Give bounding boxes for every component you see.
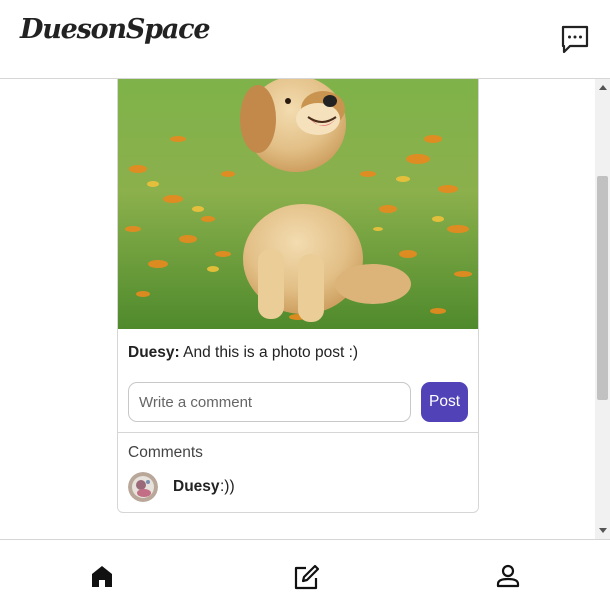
nav-create-post-button[interactable] <box>291 562 321 592</box>
golden-retriever-puppy-photo <box>118 79 478 329</box>
post-caption: Duesy: And this is a photo post :) <box>128 344 358 362</box>
edit-icon <box>294 564 320 590</box>
app-logo[interactable]: DuesonSpace <box>20 14 211 45</box>
scrollbar[interactable] <box>595 79 610 539</box>
post-author: Duesy: <box>128 344 180 361</box>
nav-profile-button[interactable] <box>494 562 524 592</box>
comment-text: :)) <box>220 478 235 495</box>
post-comment-button[interactable]: Post <box>421 382 468 422</box>
comments-heading: Comments <box>128 444 203 461</box>
home-icon <box>92 566 112 587</box>
scroll-up-arrow-icon[interactable] <box>599 85 607 90</box>
post-caption-text: And this is a photo post :) <box>179 344 359 361</box>
messages-button[interactable] <box>559 23 591 55</box>
avatar[interactable] <box>128 472 158 502</box>
post-photo <box>118 79 478 329</box>
bottom-nav <box>0 539 610 610</box>
comment-item: Duesy :)) <box>128 472 468 502</box>
post-card: Duesy: And this is a photo post :) Post … <box>117 79 479 513</box>
user-avatar-icon <box>128 472 158 502</box>
chat-bubble-ellipsis-icon <box>561 25 589 54</box>
card-divider <box>118 432 478 433</box>
user-icon <box>496 564 520 588</box>
scroll-down-arrow-icon[interactable] <box>599 528 607 533</box>
scrollbar-thumb[interactable] <box>597 176 608 400</box>
app-header: DuesonSpace <box>0 0 610 79</box>
comment-input[interactable] <box>128 382 411 422</box>
nav-home-button[interactable] <box>88 562 118 592</box>
comment-author[interactable]: Duesy <box>173 478 220 496</box>
feed-scroll-area[interactable]: Duesy: And this is a photo post :) Post … <box>0 79 610 539</box>
